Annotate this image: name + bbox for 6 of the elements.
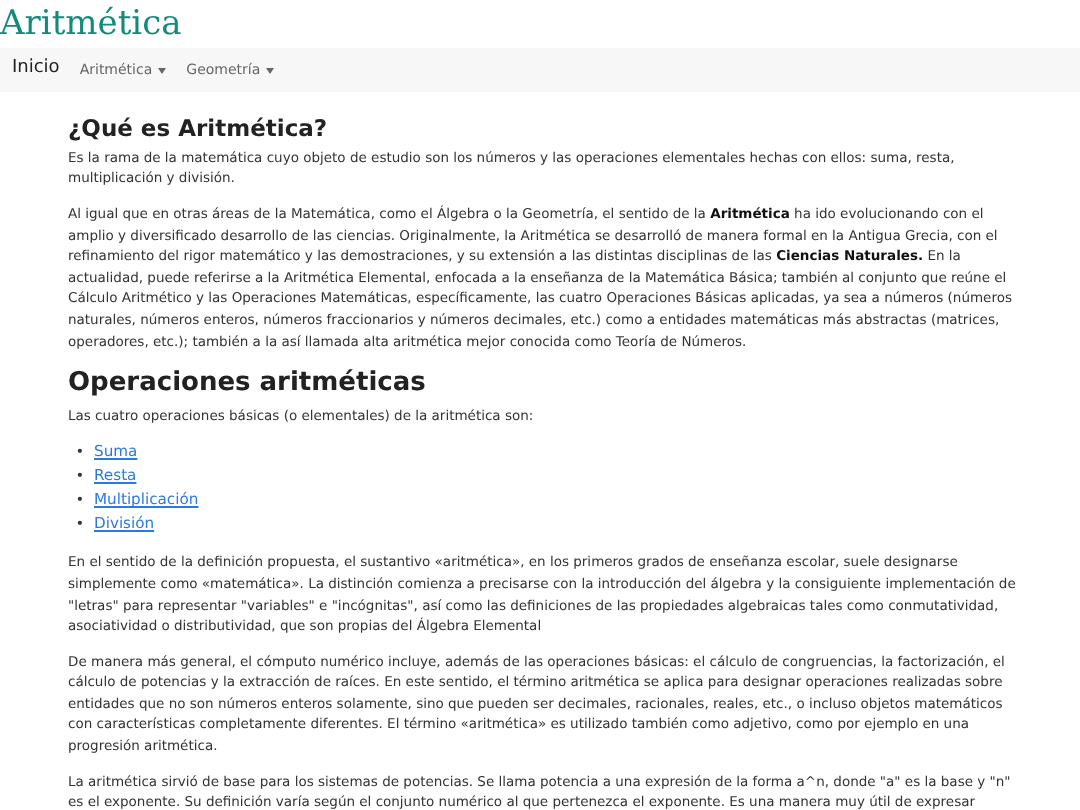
section-heading: Operaciones aritméticas	[68, 368, 428, 400]
site-title: Aritmética	[0, 2, 184, 48]
home-link[interactable]: Inicio	[12, 56, 60, 84]
section-heading: ¿Qué es Aritmética?	[68, 116, 330, 144]
caret-icon	[266, 67, 275, 73]
caret-icon	[158, 67, 167, 73]
